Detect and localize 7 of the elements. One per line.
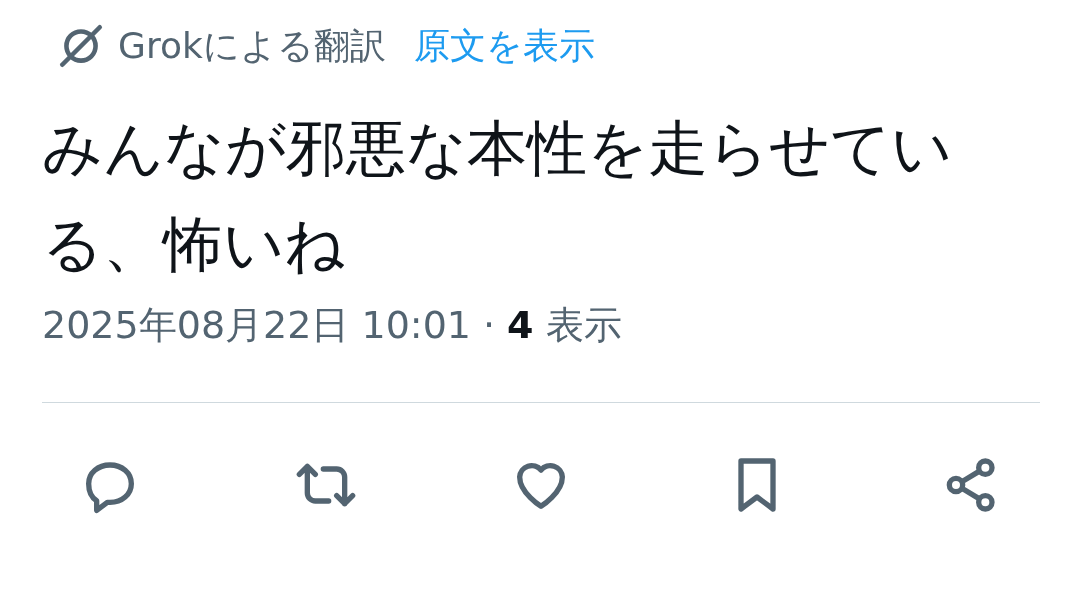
timestamp: 2025年08月22日 10:01 [42, 302, 471, 349]
translation-label: Grokによる翻訳 [118, 23, 386, 68]
view-count: 4 [507, 303, 534, 347]
show-original-link[interactable]: 原文を表示 [413, 21, 595, 71]
post-text: みんなが邪悪な本性を走らせている、怖いね [42, 112, 953, 281]
separator: · [483, 303, 496, 347]
views-label: 表示 [545, 302, 622, 349]
